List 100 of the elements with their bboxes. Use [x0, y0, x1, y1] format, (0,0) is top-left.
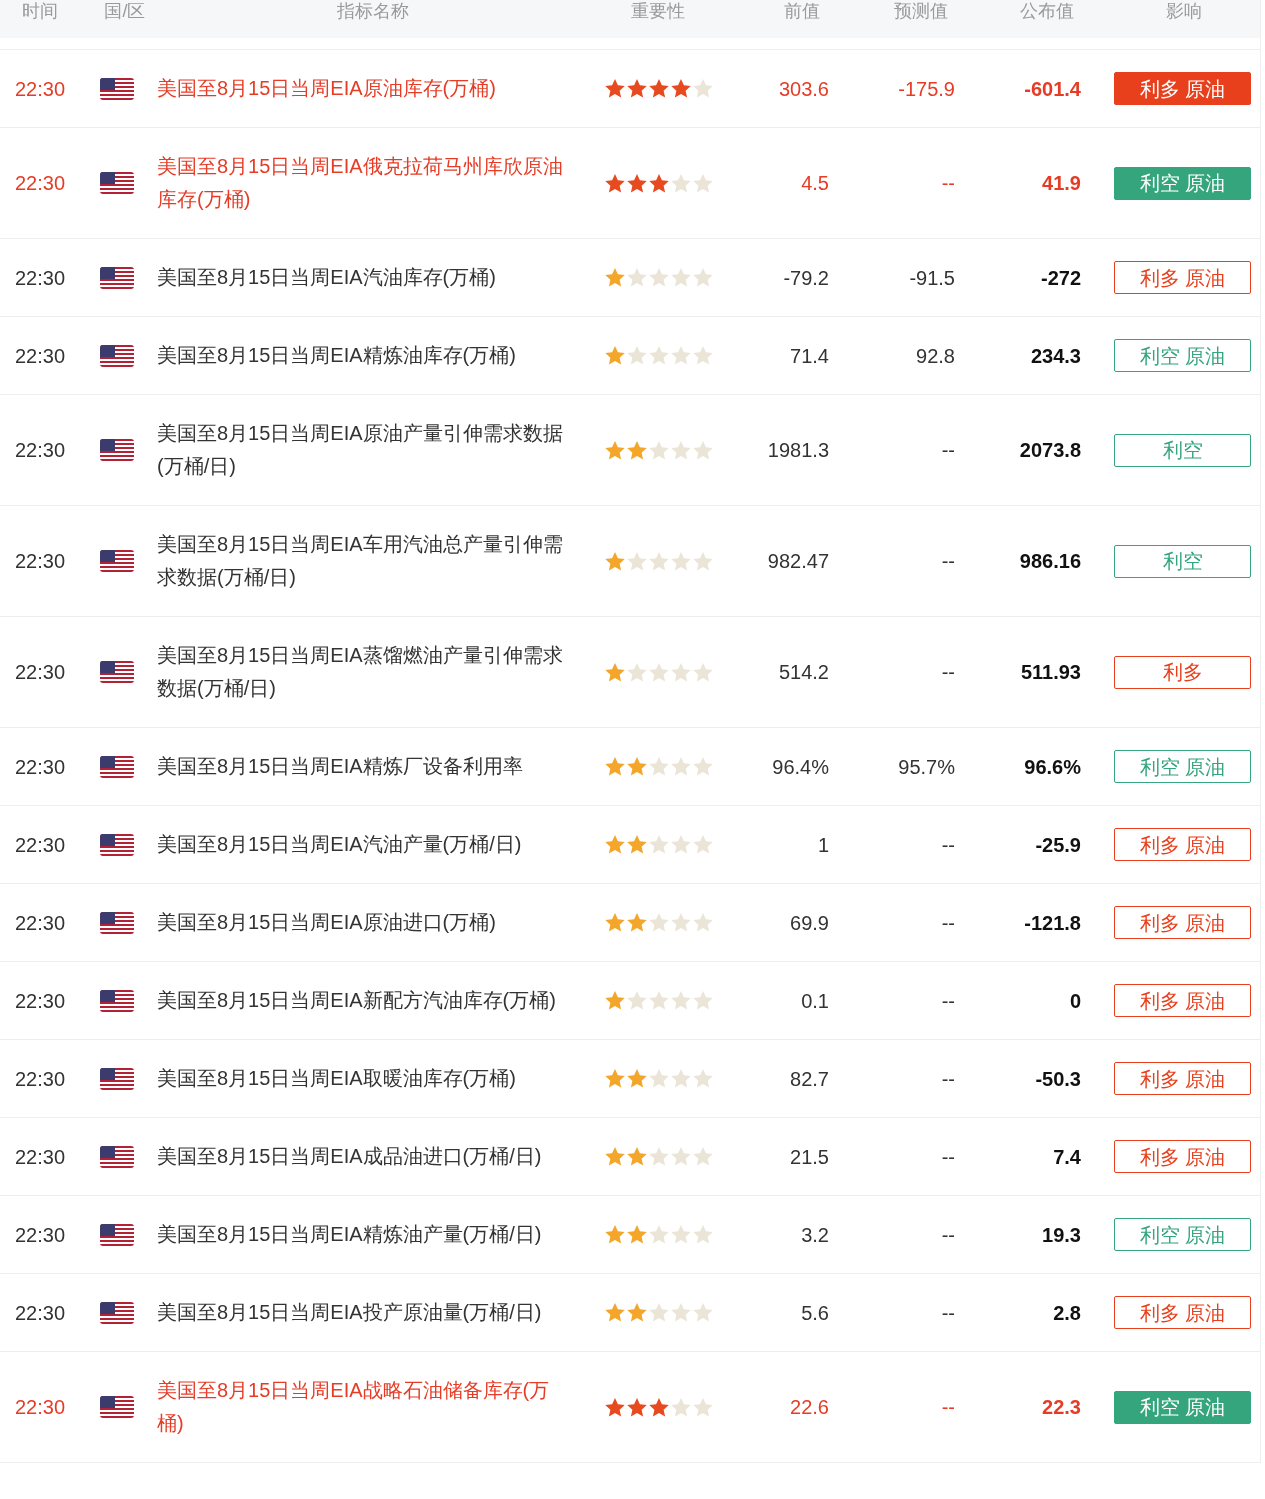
previous-value: 82.7 [790, 1066, 829, 1092]
time-text: 22:30 [15, 755, 66, 778]
star-icon [693, 835, 713, 854]
star-icon [671, 1225, 691, 1244]
star-icon [671, 79, 691, 98]
previous-value: 22.6 [790, 1395, 829, 1420]
star-icon [693, 551, 713, 571]
actual-value: -25.9 [1035, 832, 1081, 858]
star-icon [671, 991, 691, 1010]
star-icon [671, 1147, 691, 1166]
star-icon [671, 440, 691, 460]
star-icon [693, 1225, 713, 1244]
star-icon [627, 79, 647, 98]
star-icon [605, 1397, 625, 1417]
forecast-value: -- [941, 1395, 955, 1420]
actual-value: 2.8 [1053, 1300, 1081, 1326]
star-icon [693, 662, 713, 682]
indicator-name: 美国至8月15日当周EIA原油进口(万桶) [157, 910, 497, 935]
star-icon [605, 1225, 625, 1244]
star-icon [671, 835, 691, 854]
star-icon [605, 79, 625, 98]
star-icon [627, 440, 647, 460]
previous-value: 21.5 [790, 1144, 829, 1170]
star-icon [649, 79, 669, 98]
star-icon [671, 346, 691, 365]
us-flag-icon [100, 1145, 134, 1168]
actual-value: 0 [1069, 988, 1081, 1014]
star-icon [605, 268, 625, 287]
forecast-value: -91.5 [909, 265, 955, 291]
previous-value: 5.6 [801, 1300, 829, 1326]
time-text: 22:30 [15, 1396, 66, 1418]
star-icon [627, 1397, 647, 1417]
star-icon [671, 1397, 691, 1417]
indicator-name: 美国至8月15日当周EIA原油库存(万桶) [157, 76, 497, 101]
impact-tag: 利多 原油 [1114, 984, 1251, 1017]
us-flag-icon [100, 550, 134, 572]
indicator-name: 美国至8月15日当周EIA蒸馏燃油产量引伸需求数据(万桶/日) [157, 643, 564, 701]
star-icon [649, 835, 669, 854]
indicator-name: 美国至8月15日当周EIA新配方汽油库存(万桶) [157, 988, 557, 1013]
actual-value: 19.3 [1042, 1222, 1081, 1248]
us-flag-icon [100, 77, 134, 100]
previous-value: 982.47 [767, 549, 829, 574]
star-icon [693, 268, 713, 287]
us-flag-icon [100, 911, 134, 934]
star-icon [693, 1397, 713, 1417]
actual-value: 7.4 [1053, 1144, 1081, 1170]
column-header: 预测值 [894, 0, 948, 22]
forecast-value: 92.8 [916, 343, 955, 369]
indicator-name: 美国至8月15日当周EIA战略石油储备库存(万桶) [157, 1378, 551, 1436]
impact-tag: 利多 [1114, 655, 1251, 689]
impact-tag: 利多 原油 [1114, 261, 1251, 294]
us-flag-icon [100, 344, 134, 367]
impact-tag: 利空 原油 [1114, 750, 1251, 783]
column-header: 指标名称 [336, 0, 409, 22]
impact-tag: 利空 原油 [1114, 1390, 1251, 1424]
star-icon [649, 268, 669, 287]
time-text: 22:30 [15, 911, 66, 934]
forecast-value: -- [941, 988, 955, 1014]
us-flag-icon [100, 172, 134, 194]
star-icon [627, 1225, 647, 1244]
indicator-name: 美国至8月15日当周EIA成品油进口(万桶/日) [157, 1144, 543, 1169]
forecast-value: -- [941, 832, 955, 858]
star-icon [627, 346, 647, 365]
indicator-name: 美国至8月15日当周EIA原油产量引伸需求数据(万桶/日) [157, 421, 564, 479]
impact-tag: 利空 原油 [1114, 166, 1251, 200]
previous-value: 3.2 [801, 1222, 829, 1248]
indicator-name: 美国至8月15日当周EIA俄克拉荷马州库欣原油库存(万桶) [157, 154, 564, 212]
actual-value: -50.3 [1035, 1066, 1081, 1092]
star-icon [671, 662, 691, 682]
actual-value: 41.9 [1042, 171, 1081, 196]
time-text: 22:30 [15, 550, 66, 572]
star-icon [649, 662, 669, 682]
star-icon [693, 1069, 713, 1088]
star-icon [605, 1303, 625, 1322]
impact-tag: 利多 原油 [1114, 72, 1251, 105]
time-text: 22:30 [15, 77, 66, 100]
previous-value: -79.2 [783, 265, 829, 291]
star-icon [671, 173, 691, 193]
forecast-value: -- [941, 171, 955, 196]
previous-value: 1 [817, 832, 829, 858]
actual-value: 22.3 [1042, 1395, 1081, 1420]
star-icon [693, 79, 713, 98]
star-icon [693, 1147, 713, 1166]
star-icon [693, 440, 713, 460]
star-icon [693, 913, 713, 932]
star-icon [649, 991, 669, 1010]
star-icon [649, 173, 669, 193]
star-icon [649, 1303, 669, 1322]
star-icon [627, 268, 647, 287]
star-icon [693, 173, 713, 193]
star-icon [627, 1147, 647, 1166]
time-text: 22:30 [15, 266, 66, 289]
impact-tag: 利多 原油 [1114, 1296, 1251, 1329]
star-icon [627, 835, 647, 854]
indicator-name: 美国至8月15日当周EIA汽油库存(万桶) [157, 265, 497, 290]
star-icon [671, 913, 691, 932]
star-icon [627, 991, 647, 1010]
star-icon [627, 551, 647, 571]
time-text: 22:30 [15, 344, 66, 367]
star-icon [693, 991, 713, 1010]
